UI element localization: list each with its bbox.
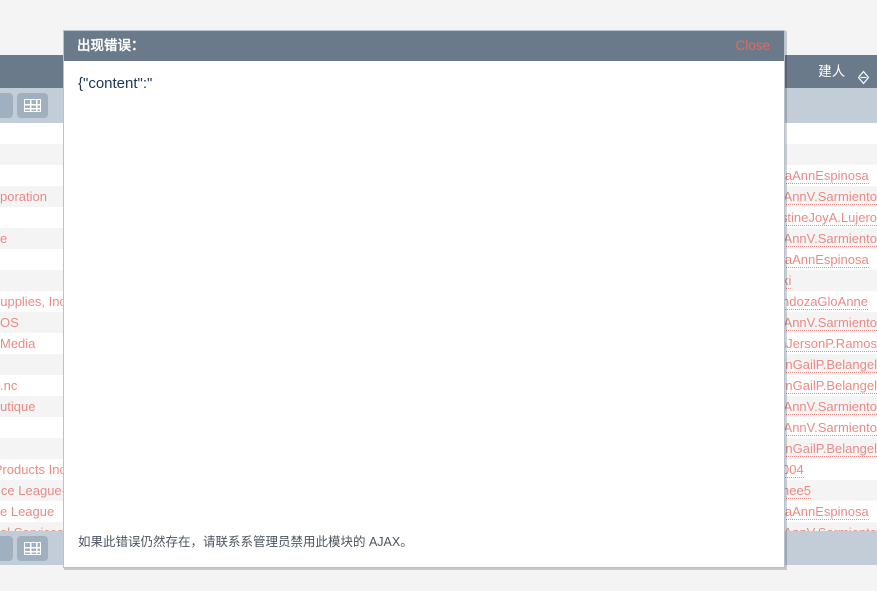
cell-company: nc. bbox=[0, 378, 18, 393]
error-modal-dialog: 出现错误： Close {"content":" 如果此错误仍然存在，请联系系管… bbox=[63, 30, 785, 568]
cell-creator: iaAnnEspinosa bbox=[782, 501, 877, 522]
cell-creator: stalAnnV.Sarmiento bbox=[782, 228, 877, 249]
grid-icon bbox=[24, 99, 41, 112]
creator-link[interactable]: enGailP.Belangel bbox=[782, 357, 877, 373]
creator-link[interactable]: enGailP.Belangel bbox=[782, 378, 877, 394]
cell-creator: ndozaGloAnne bbox=[782, 291, 877, 312]
cell-creator: stalAnnV.Sarmiento bbox=[782, 417, 877, 438]
creator-link[interactable]: iaAnnEspinosa bbox=[782, 168, 869, 184]
grid-view-button-bottom[interactable] bbox=[17, 536, 48, 561]
cell-company: poration bbox=[0, 189, 47, 204]
creator-link[interactable]: iaAnnEspinosa bbox=[782, 504, 869, 520]
modal-close-link[interactable]: Close bbox=[735, 31, 770, 61]
cell-creator: iaAnnEspinosa bbox=[782, 165, 877, 186]
cell-creator bbox=[782, 144, 877, 165]
cell-company: Supplies, Inc. bbox=[0, 294, 66, 309]
cell-company bbox=[0, 417, 68, 438]
creator-link[interactable]: stalAnnV.Sarmiento bbox=[782, 231, 877, 247]
column-header-creator-label: 建人 bbox=[818, 64, 846, 79]
cell-company bbox=[0, 354, 68, 375]
cell-creator: istineJoyA.Lujero bbox=[782, 207, 877, 228]
cell-creator: stalAnnV.Sarmiento bbox=[782, 312, 877, 333]
modal-header: 出现错误： Close bbox=[64, 31, 784, 61]
cell-creator: iaAnnEspinosa bbox=[782, 249, 877, 270]
cell-company bbox=[0, 438, 68, 459]
creator-link[interactable]: stalAnnV.Sarmiento bbox=[782, 189, 877, 205]
modal-footer: 如果此错误仍然存在，请联系系管理员禁用此模块的 AJAX。 bbox=[64, 524, 784, 567]
filter-button-top[interactable] bbox=[0, 93, 13, 118]
cell-creator: enGailP.Belangel bbox=[782, 354, 877, 375]
funnel-icon bbox=[0, 543, 4, 548]
grid-view-button-top[interactable] bbox=[17, 93, 48, 118]
cell-creator bbox=[782, 123, 877, 144]
modal-body: {"content":" bbox=[64, 61, 784, 524]
cell-company: ir Products Inc bbox=[0, 462, 66, 477]
cell-company: -Justice League bbox=[0, 483, 66, 498]
modal-footer-hint: 如果此错误仍然存在，请联系系管理员禁用此模块的 AJAX。 bbox=[78, 535, 413, 549]
cell-company: Media bbox=[0, 336, 36, 351]
cell-creator: stalAnnV.Sarmiento bbox=[782, 186, 877, 207]
creator-link[interactable]: stalAnnV.Sarmiento bbox=[782, 315, 877, 331]
cell-creator: ki bbox=[782, 270, 877, 291]
cell-company bbox=[0, 270, 68, 291]
cell-company: e League bbox=[0, 504, 55, 519]
creator-link[interactable]: iaAnnEspinosa bbox=[782, 252, 869, 268]
creator-link[interactable]: stalAnnV.Sarmiento bbox=[782, 420, 877, 436]
sort-updown-icon[interactable] bbox=[856, 64, 871, 85]
cell-creator: enGailP.Belangel bbox=[782, 438, 877, 459]
creator-link[interactable]: stalAnnV.Sarmiento bbox=[782, 399, 877, 415]
cell-creator: enGailP.Belangel bbox=[782, 375, 877, 396]
cell-company bbox=[0, 165, 68, 186]
funnel-icon bbox=[0, 100, 4, 105]
creator-link[interactable]: enGailP.Belangel bbox=[782, 441, 877, 457]
filter-button-bottom[interactable] bbox=[0, 536, 13, 561]
cell-company bbox=[0, 123, 68, 144]
cell-company bbox=[0, 144, 68, 165]
column-header-creator[interactable]: 建人 bbox=[818, 55, 877, 88]
cell-company bbox=[0, 207, 68, 228]
error-message-text: {"content":" bbox=[78, 75, 153, 92]
cell-creator: nJersonP.Ramos bbox=[782, 333, 877, 354]
cell-creator: 004 bbox=[782, 459, 877, 480]
cell-creator: nee5 bbox=[782, 480, 877, 501]
grid-icon bbox=[24, 542, 41, 555]
cell-company: OS bbox=[0, 315, 19, 330]
cell-company: e bbox=[0, 231, 8, 246]
cell-company bbox=[0, 249, 68, 270]
screen-root: 建人 iaAnnEspinosa poration stalAnnV.Sarmien… bbox=[0, 0, 877, 591]
creator-link[interactable]: nJersonP.Ramos bbox=[782, 336, 877, 352]
creator-link[interactable]: ndozaGloAnne bbox=[782, 294, 869, 310]
cell-company: utique bbox=[0, 399, 36, 414]
modal-title: 出现错误： bbox=[77, 38, 145, 53]
cell-creator: stalAnnV.Sarmiento bbox=[782, 396, 877, 417]
creator-link[interactable]: istineJoyA.Lujero bbox=[782, 210, 877, 226]
